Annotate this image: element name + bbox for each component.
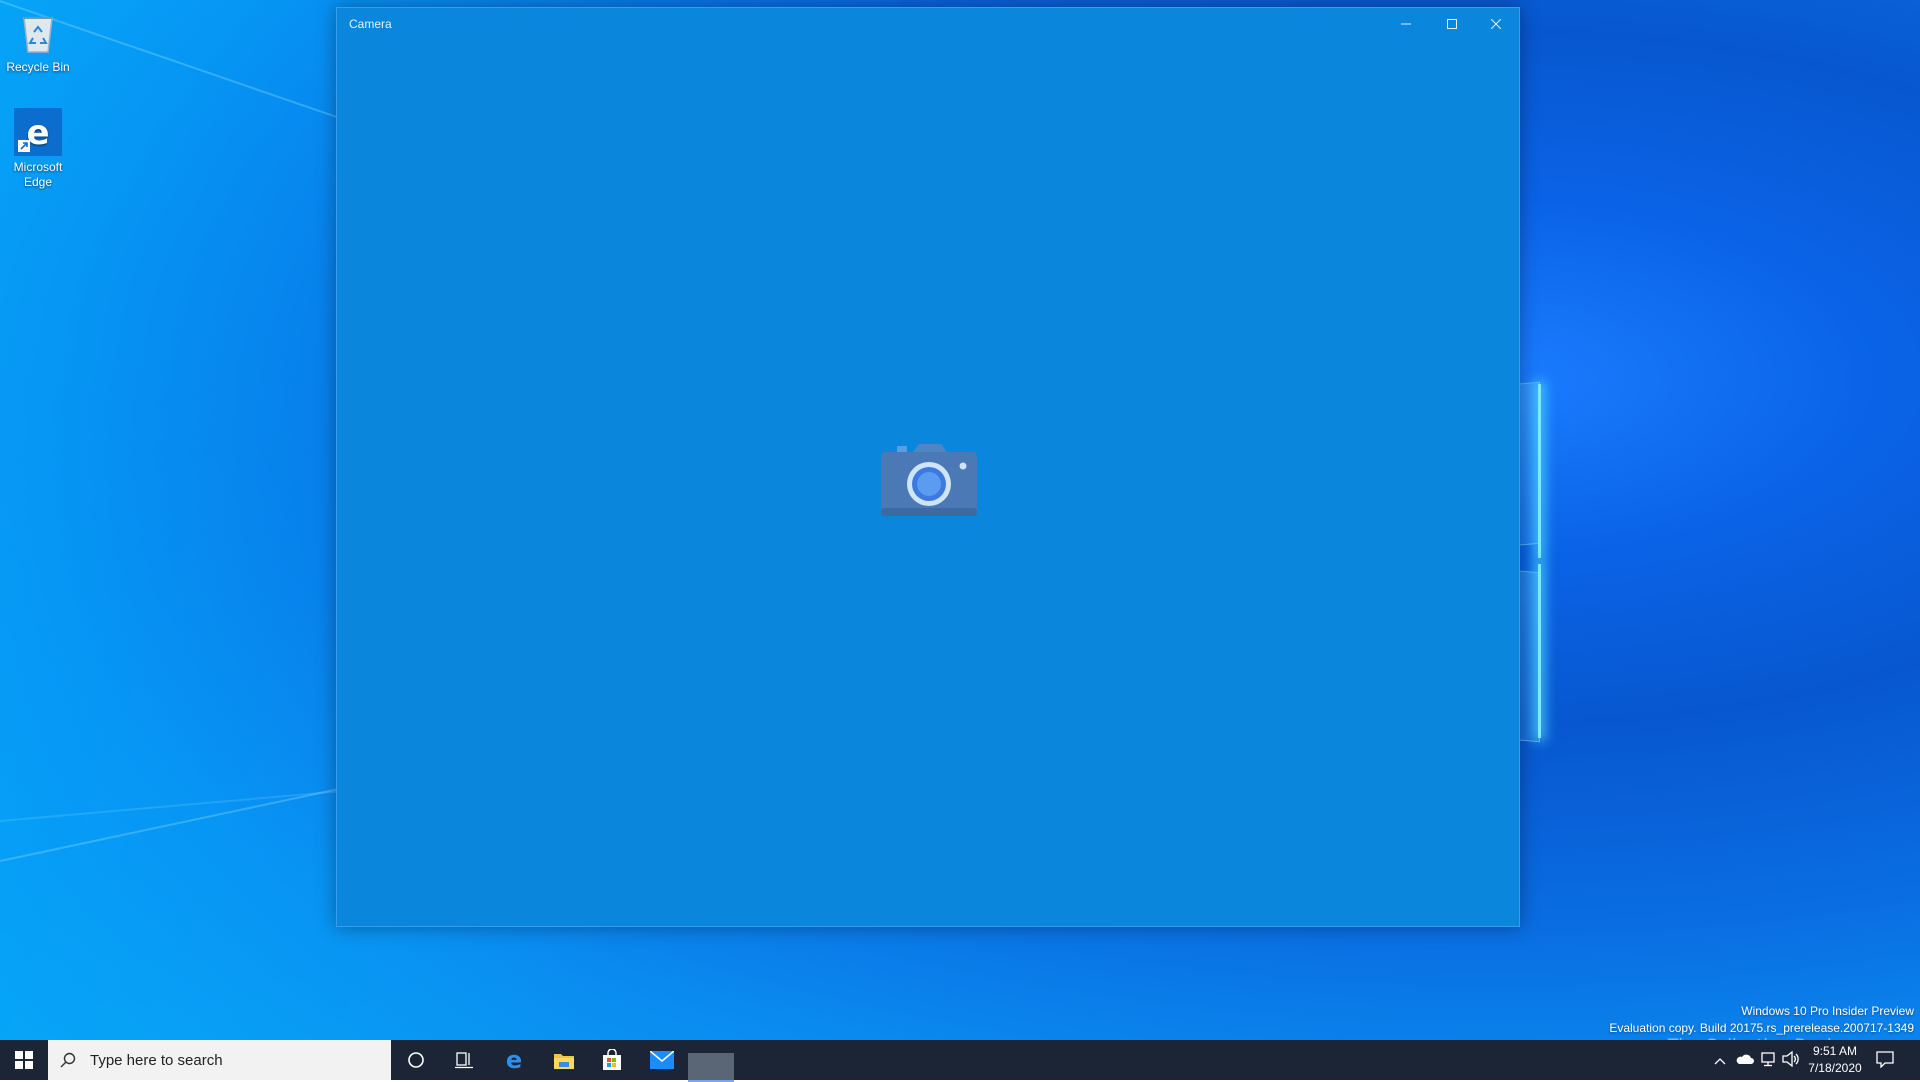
desktop-icon-edge[interactable]: e Microsoft Edge (0, 108, 76, 190)
watermark-line-1: Windows 10 Pro Insider Preview (1741, 1004, 1914, 1018)
chevron-up-icon (1714, 1058, 1726, 1065)
start-icon (15, 1051, 33, 1069)
edge-icon: e (506, 1048, 522, 1072)
close-button[interactable] (1473, 8, 1519, 40)
mail-icon (650, 1051, 674, 1069)
onedrive-tray[interactable] (1736, 1052, 1754, 1068)
onedrive-icon (1736, 1054, 1754, 1064)
clock-date: 7/18/2020 (1808, 1061, 1862, 1075)
taskbar-store-button[interactable] (588, 1040, 636, 1080)
search-placeholder: Type here to search (90, 1051, 223, 1069)
window-title: Camera (349, 17, 392, 31)
recycle-bin-icon (14, 8, 62, 56)
taskbar-camera-app-button[interactable] (688, 1053, 734, 1082)
desktop: Recycle Bin e Microsoft Edge Camera Wind… (0, 0, 1920, 1080)
taskbar: Type here to search e (0, 1040, 1920, 1080)
action-center-button[interactable] (1876, 1050, 1894, 1071)
build-watermark: Windows 10 Pro Insider Preview Evaluatio… (1609, 1003, 1914, 1037)
task-view-icon (455, 1052, 473, 1069)
taskbar-mail-button[interactable] (638, 1040, 686, 1080)
close-icon (1491, 19, 1501, 29)
edge-icon: e (14, 108, 62, 156)
window-titlebar[interactable]: Camera (337, 8, 1519, 40)
search-icon (60, 1052, 76, 1068)
clock-time: 9:51 AM (1812, 1044, 1858, 1058)
file-explorer-icon (554, 1054, 574, 1069)
camera-icon (879, 442, 979, 527)
minimize-icon (1401, 23, 1411, 25)
show-hidden-icons-chevron[interactable] (1714, 1052, 1726, 1068)
network-icon (1761, 1052, 1775, 1067)
volume-tray[interactable] (1782, 1050, 1800, 1070)
search-box[interactable]: Type here to search (48, 1040, 391, 1080)
maximize-button[interactable] (1429, 8, 1475, 40)
store-icon (603, 1049, 621, 1070)
edge-label: Microsoft Edge (13, 160, 63, 189)
recycle-bin-label: Recycle Bin (6, 60, 70, 74)
task-view-button[interactable] (440, 1040, 488, 1080)
camera-window[interactable]: Camera (336, 7, 1520, 927)
taskbar-edge-button[interactable]: e (490, 1040, 538, 1080)
notification-icon (1876, 1051, 1894, 1069)
taskbar-file-explorer-button[interactable] (540, 1040, 588, 1080)
desktop-icon-recycle-bin[interactable]: Recycle Bin (0, 8, 76, 75)
watermark-line-2: Evaluation copy. Build 20175.rs_prerelea… (1609, 1021, 1914, 1035)
svg-text:e: e (506, 1048, 522, 1072)
taskbar-clock[interactable]: 9:51 AM 7/18/2020 (1800, 1043, 1870, 1077)
maximize-icon (1447, 19, 1457, 29)
cortana-icon (408, 1052, 424, 1068)
volume-icon (1782, 1050, 1799, 1068)
minimize-button[interactable] (1383, 8, 1429, 40)
cortana-button[interactable] (392, 1040, 440, 1080)
start-button[interactable] (0, 1040, 48, 1080)
network-tray[interactable] (1760, 1051, 1776, 1070)
